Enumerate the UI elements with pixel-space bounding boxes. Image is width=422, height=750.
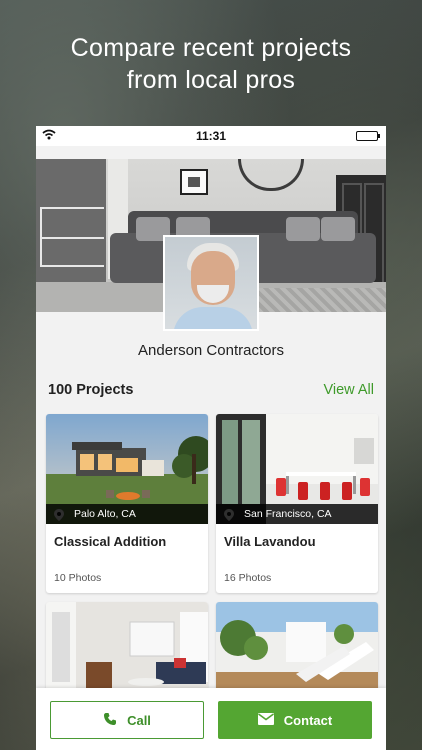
project-photo-count: 16 Photos xyxy=(224,572,272,584)
mail-icon xyxy=(257,712,274,728)
call-button-label: Call xyxy=(127,712,151,728)
project-location: San Francisco, CA xyxy=(216,504,378,524)
call-button[interactable]: Call xyxy=(50,701,204,739)
contact-button-label: Contact xyxy=(283,712,333,728)
project-title: Classical Addition xyxy=(54,534,167,549)
marketing-headline: Compare recent projects from local pros xyxy=(0,32,422,96)
projects-header: 100 Projects View All xyxy=(48,382,374,402)
phone-icon xyxy=(103,712,117,729)
action-bar: Call Contact xyxy=(36,688,386,750)
contact-button[interactable]: Contact xyxy=(218,701,372,739)
project-card-villa-lavandou[interactable]: San Francisco, CA Villa Lavandou 16 Phot… xyxy=(216,414,378,593)
project-photo-count: 10 Photos xyxy=(54,572,102,584)
phone-screen: 11:31 Anderson Contractors 100 Projects … xyxy=(36,126,386,750)
status-time: 11:31 xyxy=(195,129,227,143)
project-card-classical-addition[interactable]: Palo Alto, CA Classical Addition 10 Phot… xyxy=(46,414,208,593)
battery-icon xyxy=(356,131,380,141)
projects-count: 100 Projects xyxy=(48,382,134,398)
headline-line-2: from local pros xyxy=(126,66,296,94)
company-name: Anderson Contractors xyxy=(138,342,284,359)
project-title: Villa Lavandou xyxy=(224,534,316,549)
avatar[interactable] xyxy=(163,235,259,331)
status-bar: 11:31 xyxy=(36,126,386,146)
headline-line-1: Compare recent projects xyxy=(70,34,352,62)
project-location: Palo Alto, CA xyxy=(46,504,208,524)
view-all-link[interactable]: View All xyxy=(323,382,374,398)
